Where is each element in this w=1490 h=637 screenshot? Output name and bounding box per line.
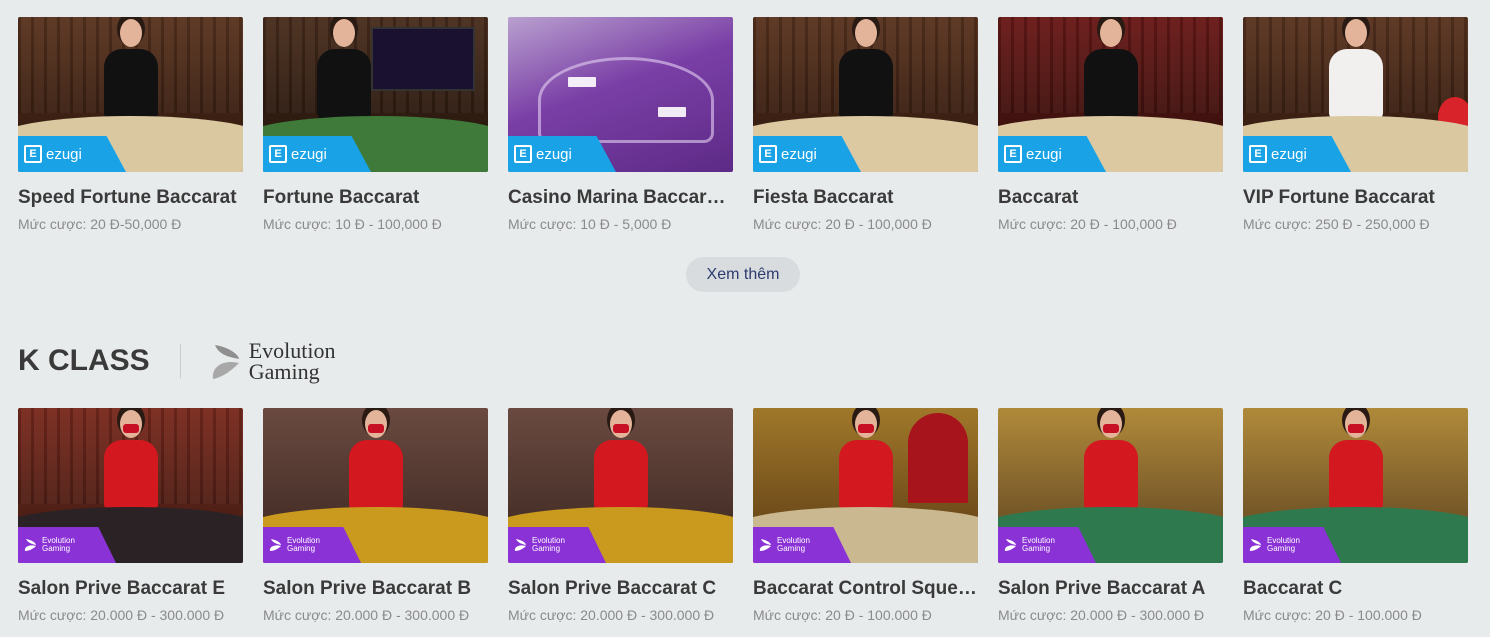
game-title[interactable]: Fiesta Baccarat [753,187,978,209]
game-card[interactable]: Evolution Gaming Salon Prive Baccarat C M… [508,408,733,623]
evolution-badge-icon [24,539,36,551]
game-card[interactable]: Evolution Gaming Salon Prive Baccarat A M… [998,408,1223,623]
game-card[interactable]: Evolution Gaming Salon Prive Baccarat B M… [263,408,488,623]
evolution-badge-icon [514,539,526,551]
game-stake: Mức cược: 20 Đ - 100,000 Đ [753,216,932,232]
game-title[interactable]: Fortune Baccarat [263,187,488,209]
game-thumbnail[interactable]: E ezugi [508,17,733,172]
badge-text-line2: Gaming [287,544,316,553]
ezugi-logo-icon: E [759,145,777,163]
game-thumbnail[interactable]: E ezugi [1243,17,1468,172]
provider-name: ezugi [536,145,572,163]
section-header: K CLASS Evolution Gaming [18,338,336,384]
section-title: K CLASS [18,344,150,377]
game-stake: Mức cược: 10 Đ - 100,000 Đ [263,216,442,232]
divider [179,344,181,378]
game-stake: Mức cược: 20 Đ - 100,000 Đ [998,216,1177,232]
game-card[interactable]: Evolution Gaming Salon Prive Baccarat E M… [18,408,243,623]
game-title[interactable]: Baccarat Control Squeeze [753,578,978,600]
game-title[interactable]: Casino Marina Baccarat 1 [508,187,733,209]
game-thumbnail[interactable]: E ezugi [998,17,1223,172]
evolution-badge-icon [269,539,281,551]
evolution-logo-icon [212,345,239,379]
evolution-badge-icon [1004,539,1016,551]
ezugi-logo-icon: E [1004,145,1022,163]
game-title[interactable]: Baccarat [998,187,1223,209]
evolution-gaming-logo: Evolution Gaming [209,338,336,384]
game-title[interactable]: VIP Fortune Baccarat [1243,187,1468,209]
game-stake: Mức cược: 20 Đ - 100.000 Đ [753,607,932,623]
game-thumbnail[interactable]: Evolution Gaming [998,408,1223,563]
show-more-button[interactable]: Xem thêm [686,257,800,292]
badge-text-line2: Gaming [42,544,71,553]
logo-text-line1: Evolution [248,338,336,363]
game-title[interactable]: Salon Prive Baccarat C [508,578,733,600]
evolution-badge-icon [1249,539,1261,551]
badge-text-line2: Gaming [532,544,561,553]
game-title[interactable]: Salon Prive Baccarat E [18,578,243,600]
logo-text-line2: Gaming [248,359,320,384]
game-thumbnail[interactable]: Evolution Gaming [18,408,243,563]
badge-text-line2: Gaming [1022,544,1051,553]
game-card[interactable]: E ezugi Speed Fortune Baccarat Mức cược:… [18,17,243,232]
game-stake: Mức cược: 20.000 Đ - 300.000 Đ [18,607,225,623]
game-stake: Mức cược: 20 Đ - 100.000 Đ [1243,607,1422,623]
game-stake: Mức cược: 20 Đ-50,000 Đ [18,216,182,232]
ezugi-logo-icon: E [269,145,287,163]
game-thumbnail[interactable]: Evolution Gaming [263,408,488,563]
game-thumbnail[interactable]: E ezugi [263,17,488,172]
game-thumbnail[interactable]: Evolution Gaming [508,408,733,563]
game-card[interactable]: E ezugi Baccarat Mức cược: 20 Đ - 100,00… [998,17,1223,232]
game-stake: Mức cược: 20.000 Đ - 300.000 Đ [998,607,1205,623]
game-row-top: E ezugi Speed Fortune Baccarat Mức cược:… [18,17,1468,232]
game-stake: Mức cược: 10 Đ - 5,000 Đ [508,216,672,232]
provider-name: ezugi [46,145,82,163]
game-thumbnail[interactable]: Evolution Gaming [753,408,978,563]
game-card[interactable]: E ezugi VIP Fortune Baccarat Mức cược: 2… [1243,17,1468,232]
ezugi-logo-icon: E [24,145,42,163]
game-card[interactable]: E ezugi Fortune Baccarat Mức cược: 10 Đ … [263,17,488,232]
ezugi-logo-icon: E [1249,145,1267,163]
badge-text-line2: Gaming [777,544,806,553]
game-card[interactable]: E ezugi Casino Marina Baccarat 1 Mức cượ… [508,17,733,232]
game-thumbnail[interactable]: E ezugi [18,17,243,172]
game-stake: Mức cược: 20.000 Đ - 300.000 Đ [263,607,470,623]
provider-name: ezugi [1271,145,1307,163]
game-row-kclass: Evolution Gaming Salon Prive Baccarat E M… [18,408,1468,623]
game-title[interactable]: Speed Fortune Baccarat [18,187,243,209]
game-thumbnail[interactable]: Evolution Gaming [1243,408,1468,563]
game-title[interactable]: Salon Prive Baccarat A [998,578,1223,600]
game-title[interactable]: Salon Prive Baccarat B [263,578,488,600]
game-stake: Mức cược: 20.000 Đ - 300.000 Đ [508,607,715,623]
provider-name: ezugi [781,145,817,163]
provider-name: ezugi [1026,145,1062,163]
evolution-badge-icon [759,539,771,551]
badge-text-line2: Gaming [1267,544,1296,553]
game-stake: Mức cược: 250 Đ - 250,000 Đ [1243,216,1430,232]
game-card[interactable]: Evolution Gaming Baccarat Control Squeeze… [753,408,978,623]
game-thumbnail[interactable]: E ezugi [753,17,978,172]
provider-name: ezugi [291,145,327,163]
ezugi-logo-icon: E [514,145,532,163]
game-card[interactable]: Evolution Gaming Baccarat C Mức cược: 20 … [1243,408,1468,623]
game-title[interactable]: Baccarat C [1243,578,1468,600]
game-card[interactable]: E ezugi Fiesta Baccarat Mức cược: 20 Đ -… [753,17,978,232]
